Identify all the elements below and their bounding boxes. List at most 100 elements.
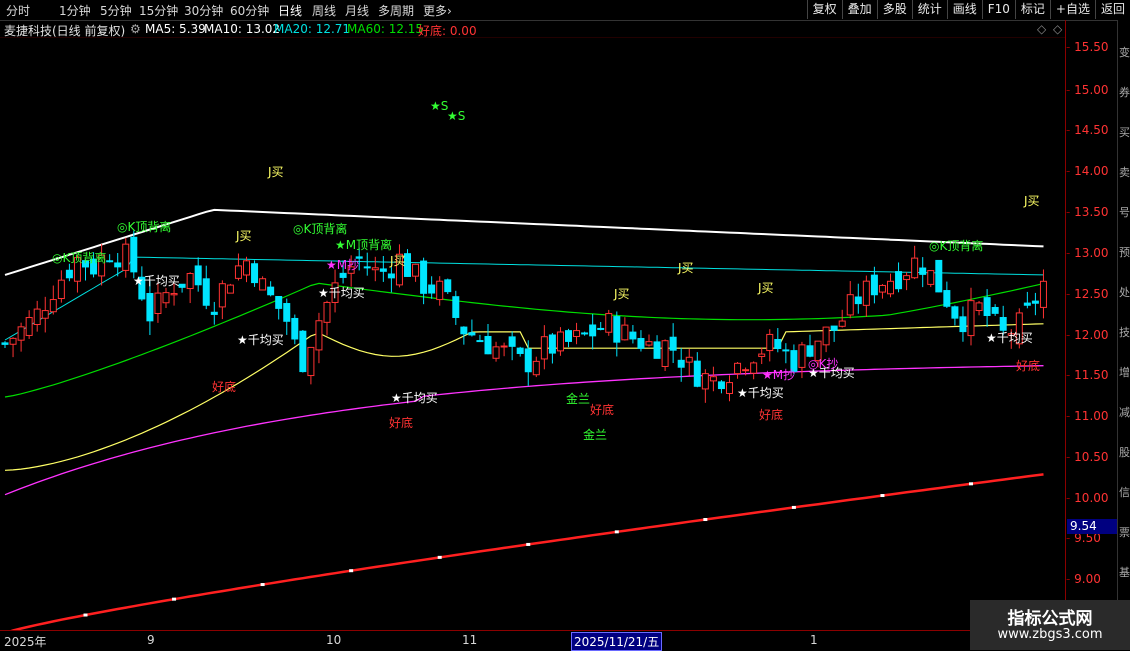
tab-60min[interactable]: 60分钟: [230, 2, 269, 19]
multi-stock-button[interactable]: 多股: [876, 0, 912, 19]
candle-body: [186, 273, 194, 290]
haodi-signal: 好底: [389, 415, 413, 430]
j-buy-signal: J买: [235, 229, 252, 243]
k-top-divergence-signal: ◎K顶背离: [929, 238, 983, 253]
candle-body: [243, 260, 250, 276]
tab-weekly[interactable]: 周线: [312, 2, 336, 19]
tab-30min[interactable]: 30分钟: [184, 2, 223, 19]
side-strip-char: 预: [1119, 246, 1130, 259]
j-buy-signal: J买: [613, 287, 630, 301]
candle-body: [887, 280, 894, 295]
red-line-marker: [437, 555, 442, 559]
candle-body: [307, 346, 315, 377]
diamond-icon-2[interactable]: ◇: [1053, 22, 1062, 36]
candle-body: [975, 302, 983, 312]
price-tick-label: - 15.50: [1066, 40, 1109, 54]
candle-body: [114, 262, 122, 268]
side-strip-char: 基: [1119, 566, 1130, 579]
candle-body: [927, 270, 935, 285]
add-watchlist-button[interactable]: +自选: [1049, 0, 1095, 19]
jinlan-signal: 金兰: [583, 427, 607, 442]
magenta-line: [4, 365, 1044, 496]
candle-body: [983, 297, 991, 317]
tab-more[interactable]: 更多›: [423, 2, 452, 19]
j-buy-signal: J买: [1023, 194, 1040, 208]
candle-body: [65, 269, 73, 279]
candle-body: [371, 267, 379, 271]
candle-body: [524, 348, 532, 373]
price-tick-label: - 10.50: [1066, 450, 1109, 464]
candle-body: [693, 360, 701, 387]
diamond-icon[interactable]: ◇: [1037, 22, 1046, 36]
red-line-marker: [969, 482, 973, 486]
candle-body: [299, 330, 307, 373]
yellow-line: [4, 323, 1044, 471]
draw-line-button[interactable]: 画线: [946, 0, 982, 19]
tab-multi-period[interactable]: 多周期: [378, 2, 414, 19]
mark-button[interactable]: 标记: [1014, 0, 1050, 19]
price-tick-label: - 13.50: [1066, 205, 1109, 219]
j-buy-signal: J买: [677, 261, 694, 275]
j-buy-signal: J买: [757, 281, 774, 295]
candle-body: [830, 325, 838, 331]
candle-body: [669, 336, 677, 351]
price-tick-label: - 10.00: [1066, 491, 1109, 505]
qianjun-buy-signal: ★千均买: [133, 274, 180, 288]
overlay-button[interactable]: 叠加: [841, 0, 877, 19]
tab-15min[interactable]: 15分钟: [139, 2, 178, 19]
candle-body: [259, 278, 267, 291]
red-line-marker: [614, 530, 619, 534]
candle-body: [605, 313, 613, 333]
candle-body: [581, 332, 589, 335]
statistics-button[interactable]: 统计: [911, 0, 947, 19]
tab-5min[interactable]: 5分钟: [100, 2, 132, 19]
candle-body: [275, 296, 283, 309]
candle-body: [838, 320, 846, 327]
candle-body: [162, 292, 170, 304]
candle-body: [1023, 302, 1031, 306]
tab-monthly[interactable]: 月线: [345, 2, 369, 19]
time-label-jan: 1: [810, 633, 818, 647]
candle-body: [645, 341, 653, 346]
candle-body: [508, 336, 516, 347]
ma10-value: MA10: 13.02: [204, 22, 281, 36]
candle-body: [782, 349, 790, 352]
kline-chart[interactable]: ★S★S J买 J买 J买 J买 J买 J买 J买 ★千均买 ★千均买 ★千均买 ★千均买 ★千均买 ★千…: [0, 37, 1065, 630]
side-strip-char: 股: [1119, 446, 1130, 459]
red-line-marker: [791, 505, 796, 509]
candle-body: [750, 362, 758, 374]
candle-body: [742, 369, 750, 372]
back-button[interactable]: 返回: [1094, 0, 1130, 19]
candle-body: [726, 382, 733, 394]
watermark-title: 指标公式网: [1007, 609, 1093, 629]
tab-1min[interactable]: 1分钟: [59, 2, 91, 19]
candle-body: [685, 356, 693, 363]
tab-daily[interactable]: 日线: [278, 2, 302, 19]
settings-dropdown-icon[interactable]: ⚙: [130, 22, 141, 36]
candle-body: [637, 337, 645, 349]
candle-body: [218, 283, 226, 308]
k-chao-signal: ◎K抄: [808, 357, 838, 371]
candle-body: [548, 334, 556, 354]
candle-body: [991, 307, 999, 314]
haodi-signal: 好底: [759, 407, 783, 422]
candle-body: [194, 265, 202, 286]
side-strip-char: 信: [1119, 486, 1130, 499]
period-toolbar: 分时 1分钟 5分钟 15分钟 30分钟 60分钟 日线 周线 月线 多周期 更…: [0, 0, 1130, 21]
star-s-signal: ★S: [447, 109, 465, 123]
candle-body: [943, 290, 951, 307]
f10-button[interactable]: F10: [981, 0, 1015, 19]
candle-body: [677, 359, 685, 368]
qianjun-buy-signal: ★千均买: [318, 286, 365, 300]
side-panel-strip[interactable]: 变券买卖号预处技增减股信票基盘: [1117, 20, 1130, 630]
candle-body: [210, 311, 218, 315]
tab-fenshi[interactable]: 分时: [6, 2, 30, 19]
candle-body: [540, 336, 548, 360]
fuquan-button[interactable]: 复权: [806, 0, 842, 19]
side-strip-char: 处: [1119, 286, 1130, 299]
candle-body: [959, 316, 967, 333]
red-line-marker: [349, 569, 354, 573]
red-line-marker: [83, 613, 88, 617]
candle-body: [444, 279, 452, 293]
candle-body: [951, 306, 959, 319]
